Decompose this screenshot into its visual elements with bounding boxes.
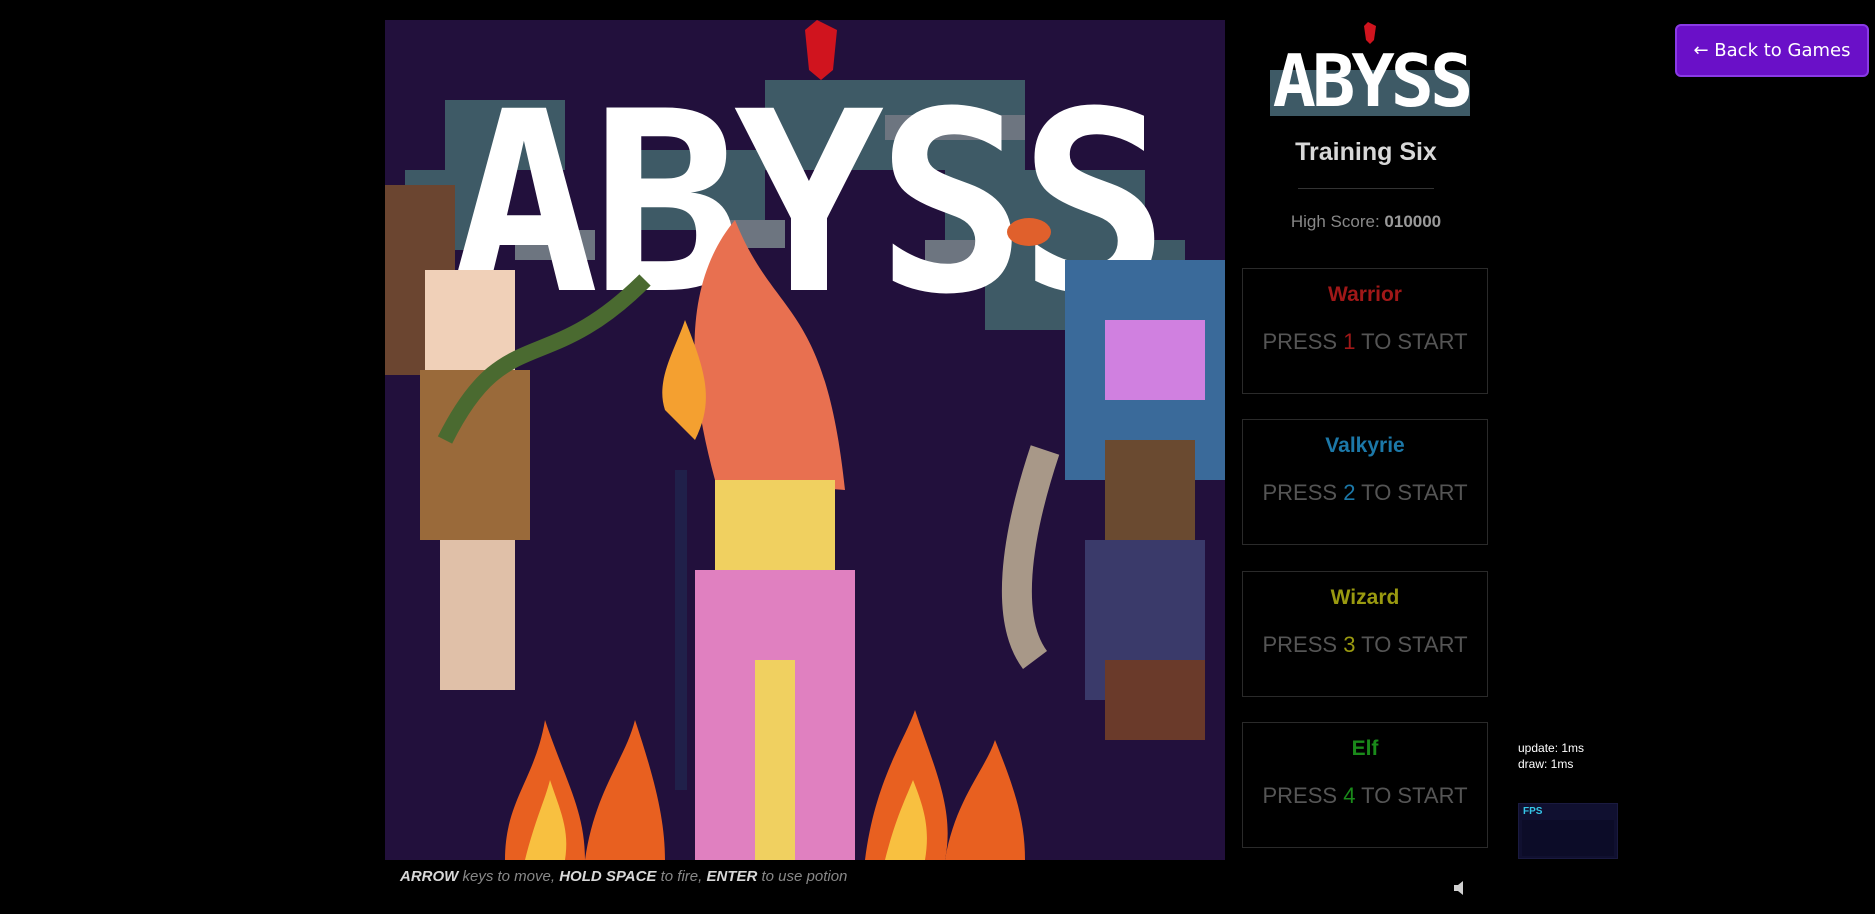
start-key: 3 xyxy=(1343,632,1356,657)
key-arrow: ARROW xyxy=(400,868,459,885)
player-slot-warrior[interactable]: Warrior PRESS 1 TO START xyxy=(1242,268,1488,394)
high-score-label: High Score: xyxy=(1290,212,1380,231)
fps-graph xyxy=(1522,820,1614,856)
start-key: 2 xyxy=(1343,480,1356,505)
player-name: Warrior xyxy=(1328,283,1402,306)
fps-meter: FPS xyxy=(1518,803,1618,859)
key-hold-space: HOLD SPACE xyxy=(559,868,657,885)
back-to-games-button[interactable]: ← Back to Games xyxy=(1675,24,1869,77)
player-slot-elf[interactable]: Elf PRESS 4 TO START xyxy=(1242,722,1488,848)
title-scene: ABYSS xyxy=(385,20,1225,860)
update-time: update: 1ms xyxy=(1518,741,1585,755)
player-start-prompt: PRESS 3 TO START xyxy=(1262,632,1468,657)
player-name: Elf xyxy=(1351,737,1379,760)
player-start-prompt: PRESS 4 TO START xyxy=(1262,783,1468,808)
player-slot-valkyrie[interactable]: Valkyrie PRESS 2 TO START xyxy=(1242,419,1488,545)
player-slot-wizard[interactable]: Wizard PRESS 3 TO START xyxy=(1242,571,1488,697)
logo-text: ABYSS xyxy=(1273,39,1470,123)
high-score-value: 010000 xyxy=(1384,212,1442,231)
game-title: Training Six xyxy=(1295,138,1437,166)
high-score: High Score: 010000 xyxy=(1242,212,1490,232)
crab-icon xyxy=(1007,218,1051,246)
key-enter: ENTER xyxy=(706,868,758,885)
fps-label: FPS xyxy=(1523,806,1543,817)
speaker-icon[interactable] xyxy=(1453,880,1469,896)
perf-stats: update: 1ms draw: 1ms xyxy=(1518,740,1584,772)
scene-logo: ABYSS xyxy=(449,58,1162,349)
abyss-logo: ABYSS xyxy=(1250,20,1492,126)
player-start-prompt: PRESS 2 TO START xyxy=(1262,480,1468,505)
start-key: 1 xyxy=(1343,329,1356,354)
divider xyxy=(1298,188,1434,189)
game-canvas[interactable]: ABYSS xyxy=(385,20,1225,860)
player-name: Valkyrie xyxy=(1325,434,1405,457)
start-key: 4 xyxy=(1343,783,1356,808)
player-name: Wizard xyxy=(1330,586,1400,609)
draw-time: draw: 1ms xyxy=(1518,757,1574,771)
controls-instructions: ARROW keys to move, HOLD SPACE to fire, … xyxy=(400,868,848,885)
player-start-prompt: PRESS 1 TO START xyxy=(1262,329,1468,354)
